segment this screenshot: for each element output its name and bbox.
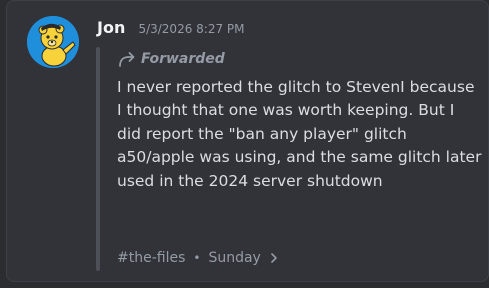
forwarded-message-card: Jon 5/3/2026 8:27 PM Forwarded I never r… xyxy=(6,0,489,282)
footer-separator: • xyxy=(193,251,201,265)
forwarded-text: Forwarded xyxy=(141,51,225,67)
chevron-right-icon[interactable] xyxy=(269,252,279,264)
bear-avatar-icon xyxy=(27,16,79,68)
message-header: Jon 5/3/2026 8:27 PM xyxy=(97,18,245,40)
forward-source-footer[interactable]: #the-files • Sunday xyxy=(117,247,279,269)
author-name[interactable]: Jon xyxy=(97,18,125,37)
message-timestamp[interactable]: 5/3/2026 8:27 PM xyxy=(138,22,244,36)
forwarded-label: Forwarded xyxy=(117,48,225,70)
source-channel-name[interactable]: #the-files xyxy=(117,250,185,266)
message-body: I never reported the glitch to StevenI b… xyxy=(117,78,482,190)
forward-arrow-icon xyxy=(119,52,135,67)
forward-quote-bar xyxy=(96,47,100,271)
avatar[interactable] xyxy=(27,16,79,68)
source-day: Sunday xyxy=(208,250,261,266)
